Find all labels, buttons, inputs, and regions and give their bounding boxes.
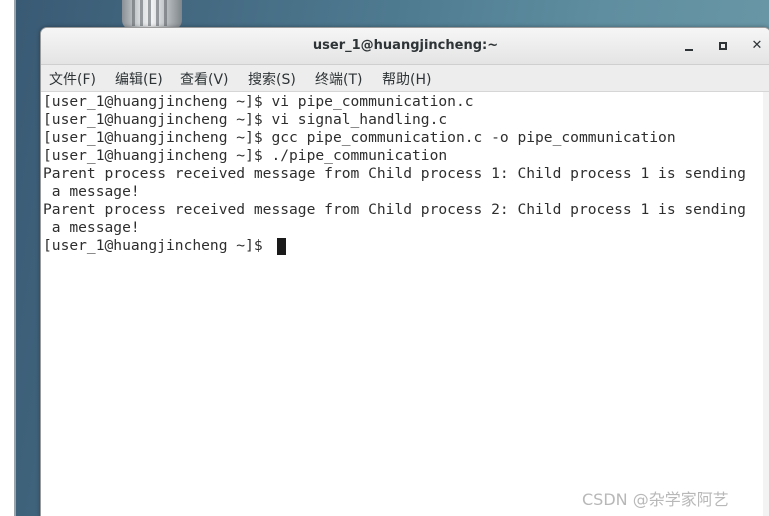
- title-bar[interactable]: user_1@huangjincheng:~ ✕: [41, 28, 769, 65]
- terminal-scrollbar[interactable]: [763, 92, 769, 516]
- terminal-line: [user_1@huangjincheng ~]$ ./pipe_communi…: [43, 147, 448, 164]
- menu-view[interactable]: 查看(V): [180, 69, 229, 89]
- window-title: user_1@huangjincheng:~: [312, 38, 499, 53]
- terminal-output[interactable]: [user_1@huangjincheng ~]$ vi pipe_commun…: [41, 92, 763, 516]
- close-button[interactable]: ✕: [747, 36, 767, 56]
- minimize-icon: [685, 49, 693, 51]
- menu-help[interactable]: 帮助(H): [382, 69, 431, 89]
- terminal-window: user_1@huangjincheng:~ ✕ 文件(F) 编辑(E) 查看(…: [40, 27, 769, 516]
- terminal-line: [user_1@huangjincheng ~]$ vi signal_hand…: [43, 111, 448, 128]
- desktop-decoration-stripes: [132, 0, 172, 26]
- menu-edit[interactable]: 编辑(E): [115, 69, 163, 89]
- terminal-line: [user_1@huangjincheng ~]$ vi pipe_commun…: [43, 93, 474, 110]
- terminal-line: [user_1@huangjincheng ~]$ gcc pipe_commu…: [43, 129, 676, 146]
- screenshot: user_1@huangjincheng:~ ✕ 文件(F) 编辑(E) 查看(…: [0, 0, 769, 516]
- watermark: CSDN @杂学家阿艺: [582, 490, 729, 509]
- text-cursor: [277, 238, 286, 255]
- left-divider: [14, 0, 16, 516]
- left-margin: [0, 0, 14, 516]
- minimize-button[interactable]: [679, 36, 699, 56]
- terminal-line: Parent process received message from Chi…: [43, 201, 746, 218]
- menu-search[interactable]: 搜索(S): [248, 69, 296, 89]
- menu-terminal[interactable]: 终端(T): [315, 69, 362, 89]
- menu-file[interactable]: 文件(F): [49, 69, 96, 89]
- terminal-prompt-line: [user_1@huangjincheng ~]$: [43, 237, 272, 254]
- terminal-line: Parent process received message from Chi…: [43, 165, 746, 182]
- maximize-button[interactable]: [713, 36, 733, 56]
- close-icon: ✕: [751, 38, 763, 53]
- maximize-icon: [719, 42, 727, 50]
- terminal-line: a message!: [43, 219, 140, 236]
- menu-bar: 文件(F) 编辑(E) 查看(V) 搜索(S) 终端(T) 帮助(H): [41, 65, 769, 92]
- terminal-line: a message!: [43, 183, 140, 200]
